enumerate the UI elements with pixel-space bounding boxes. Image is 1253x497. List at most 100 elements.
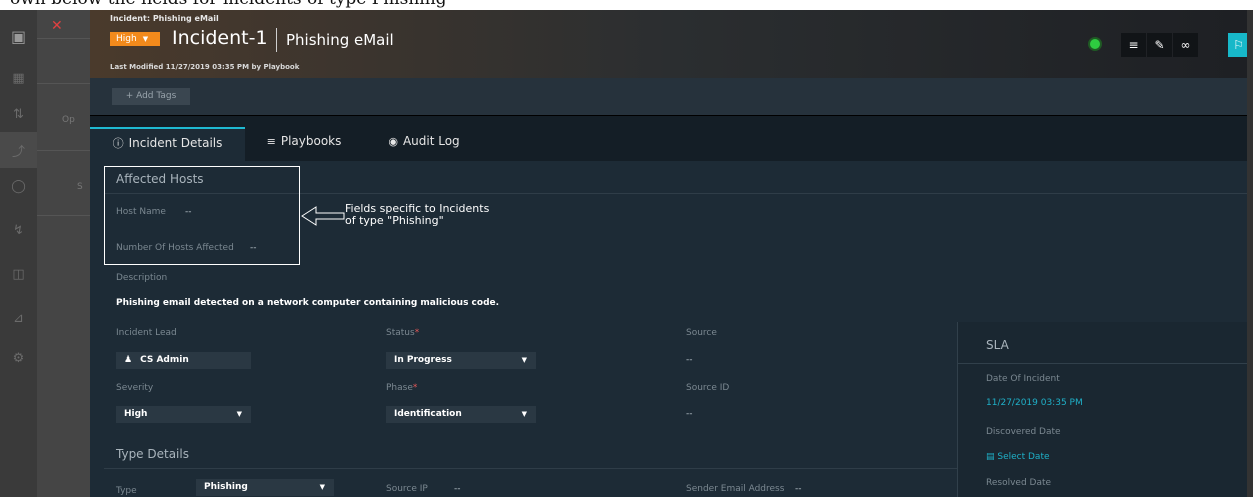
annotation-arrow-icon: [301, 206, 345, 226]
link-icon: ∞: [1180, 38, 1191, 52]
caret-down-icon: ▼: [521, 410, 527, 418]
top-caption-strip: own below the fields for incidents of ty…: [0, 0, 1253, 10]
divider: [37, 83, 90, 84]
tab-bar: ⓘ Incident Details ≡ Playbooks ◉ Audit Log: [90, 115, 1247, 163]
divider: [104, 468, 957, 469]
type-value: Phishing: [204, 482, 248, 492]
scrollbar[interactable]: [1247, 10, 1253, 497]
severity-field-label: Severity: [116, 383, 154, 393]
chat-icon: ⚐: [1233, 38, 1244, 52]
tab-audit-log[interactable]: ◉ Audit Log: [363, 127, 485, 161]
sender-email-value: --: [795, 484, 802, 494]
incident-id: Incident-1: [172, 27, 268, 49]
phase-label: Phase*: [386, 383, 417, 393]
chart-icon[interactable]: ⊿: [0, 300, 37, 336]
user-icon: ♟: [124, 355, 133, 365]
tab-label: Audit Log: [402, 134, 460, 148]
queue-icon[interactable]: ⇅: [0, 96, 37, 132]
divider: [37, 215, 90, 216]
annotation-highlight-box: [104, 166, 300, 265]
tab-incident-details[interactable]: ⓘ Incident Details: [90, 127, 245, 163]
annotation-line-2: of type "Phishing": [345, 214, 444, 227]
lightning-icon[interactable]: ↯: [0, 212, 37, 248]
type-details-heading: Type Details: [116, 447, 189, 461]
type-label: Type: [116, 486, 137, 496]
edit-button[interactable]: ✎: [1147, 33, 1172, 57]
sla-panel: SLA Date Of Incident 11/27/2019 03:35 PM…: [957, 322, 1247, 497]
tab-label: Incident Details: [128, 136, 223, 150]
briefcase-icon[interactable]: ◫: [0, 256, 37, 292]
status-label-text: Status: [386, 328, 415, 338]
incidents-icon[interactable]: ⤴: [0, 132, 37, 168]
phase-label-text: Phase: [386, 383, 413, 393]
playbook-icon: ≡: [1128, 38, 1139, 52]
background-label: S: [77, 182, 83, 192]
app-logo-icon[interactable]: ▣: [0, 18, 37, 54]
incident-lead-value: CS Admin: [140, 355, 189, 365]
status-value: In Progress: [394, 355, 452, 365]
source-ip-value: --: [454, 484, 461, 494]
source-ip-label: Source IP: [386, 484, 428, 494]
source-label: Source: [686, 328, 717, 338]
close-icon[interactable]: ✕: [51, 18, 63, 34]
playbook-button[interactable]: ≡: [1121, 33, 1146, 57]
required-mark: *: [414, 328, 420, 338]
link-button[interactable]: ∞: [1173, 33, 1198, 57]
status-indicator-icon: [1090, 39, 1100, 49]
severity-dropdown[interactable]: High ▼: [110, 32, 160, 46]
severity-field-dropdown[interactable]: High ▼: [116, 406, 251, 423]
date-of-incident-label: Date Of Incident: [986, 374, 1060, 384]
eye-icon: ◉: [388, 135, 398, 148]
collaboration-button[interactable]: ⚐: [1228, 33, 1247, 57]
required-mark: *: [412, 383, 418, 393]
shield-icon[interactable]: ◯: [0, 168, 37, 204]
tags-bar: + Add Tags: [90, 78, 1247, 115]
divider: [37, 38, 90, 39]
top-caption-text: own below the fields for incidents of ty…: [10, 0, 447, 9]
severity-label: High: [116, 34, 137, 44]
phase-value: Identification: [394, 409, 462, 419]
last-modified: Last Modified 11/27/2019 03:35 PM by Pla…: [110, 63, 300, 71]
calendar-icon: ▤: [986, 452, 998, 462]
annotation-text: Fields specific to Incidents of type "Ph…: [345, 203, 489, 227]
caret-down-icon: ▼: [521, 356, 527, 364]
background-panel: ✕ Op S: [37, 10, 90, 497]
settings-icon[interactable]: ⚙: [0, 340, 37, 376]
dashboard-icon[interactable]: ▦: [0, 60, 37, 96]
severity-field-value: High: [124, 409, 148, 419]
divider: [958, 363, 1247, 364]
incident-name: Phishing eMail: [286, 31, 394, 49]
add-tags-button[interactable]: + Add Tags: [112, 88, 190, 105]
discovered-date-label: Discovered Date: [986, 427, 1061, 437]
playbook-icon: ≡: [266, 135, 276, 148]
caret-down-icon: ▼: [319, 483, 325, 491]
pencil-icon: ✎: [1154, 38, 1165, 52]
background-label: Op: [62, 115, 75, 125]
incident-lead-label: Incident Lead: [116, 328, 177, 338]
incident-header: Incident: Phishing eMail High ▼ Incident-…: [90, 10, 1247, 78]
sla-heading: SLA: [986, 338, 1009, 352]
caret-down-icon: ▼: [142, 35, 149, 43]
source-id-value: --: [686, 409, 693, 419]
select-date-button[interactable]: ▤ Select Date: [986, 452, 1050, 462]
select-date-label: Select Date: [997, 452, 1050, 462]
status-label: Status*: [386, 328, 419, 338]
caret-down-icon: ▼: [236, 410, 242, 418]
resolved-date-label: Resolved Date: [986, 478, 1052, 488]
incident-lead-field[interactable]: ♟ CS Admin: [116, 352, 251, 369]
breadcrumb: Incident: Phishing eMail: [110, 14, 219, 23]
status-dropdown[interactable]: In Progress ▼: [386, 352, 536, 369]
phase-dropdown[interactable]: Identification ▼: [386, 406, 536, 423]
info-icon: ⓘ: [112, 137, 124, 150]
tab-playbooks[interactable]: ≡ Playbooks: [245, 127, 363, 161]
date-of-incident-value: 11/27/2019 03:35 PM: [986, 398, 1083, 408]
source-value: --: [686, 355, 693, 365]
description-text: Phishing email detected on a network com…: [116, 298, 500, 308]
divider: [37, 150, 90, 151]
app-sidebar: ▣ ▦ ⇅ ⤴ ◯ ↯ ◫ ⊿ ⚙: [0, 10, 37, 497]
type-dropdown[interactable]: Phishing ▼: [196, 479, 334, 496]
description-label: Description: [116, 273, 168, 283]
sender-email-label: Sender Email Address: [686, 484, 785, 494]
title-separator: [276, 28, 277, 52]
source-id-label: Source ID: [686, 383, 730, 393]
